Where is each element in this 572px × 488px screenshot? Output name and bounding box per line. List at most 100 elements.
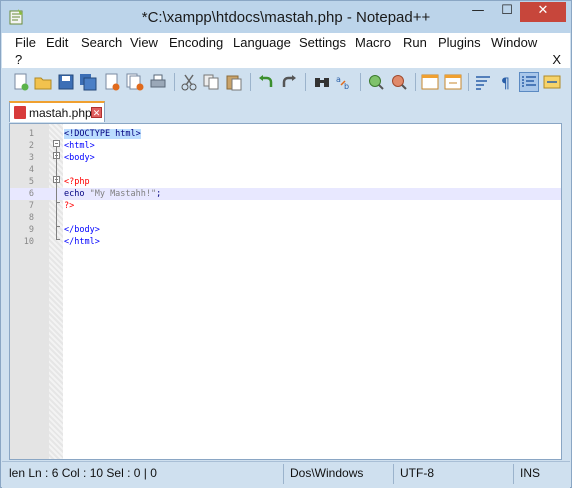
line-content: <?php [64,176,90,188]
tab-bar: mastah.php ✕ [2,97,570,122]
line-content: <body> [64,152,95,164]
line-number: 2 [28,141,34,151]
code-line[interactable]: 2 <html> [10,140,561,152]
menu-view[interactable]: View [130,35,158,50]
tab-close-icon[interactable]: ✕ [91,107,102,118]
code-token: </body> [64,225,100,235]
code-token: <!DOCTYPE html> [64,129,141,139]
code-line[interactable]: 9 </body> [10,224,561,236]
status-separator [513,464,514,484]
code-token: <html> [64,141,95,151]
code-line[interactable]: 5 <?php [10,176,561,188]
menu-window[interactable]: Window [491,35,537,50]
close-document-button[interactable]: X [552,52,561,67]
cut-icon[interactable] [180,73,198,91]
status-separator [393,464,394,484]
code-line[interactable]: 1 <!DOCTYPE html> [10,128,561,140]
sync-horizontal-icon[interactable] [444,73,462,91]
encoding-status[interactable]: UTF-8 [400,466,434,480]
code-line[interactable]: 7 ?> [10,200,561,212]
title-bar[interactable]: *C:\xampp\htdocs\mastah.php - Notepad++ … [1,1,571,33]
zoom-out-icon[interactable] [390,73,408,91]
svg-text:b: b [344,82,349,91]
line-number: 4 [28,165,34,175]
redo-icon[interactable] [280,73,298,91]
copy-icon[interactable] [202,73,220,91]
line-number: 7 [28,201,34,211]
close-all-icon[interactable] [126,73,144,91]
menu-search[interactable]: Search [81,35,122,50]
line-number: 1 [28,129,34,139]
save-all-icon[interactable] [79,73,97,91]
code-token: ?> [64,201,75,211]
tab-mastah-php[interactable]: mastah.php ✕ [9,101,105,122]
save-icon[interactable] [57,73,75,91]
code-line[interactable]: 10 </html> [10,236,561,248]
toolbar-separator [250,73,251,91]
menu-file[interactable]: File [15,35,36,50]
menu-bar: File Edit Search View Encoding Language … [2,33,570,68]
menu-encoding[interactable]: Encoding [169,35,223,50]
fold-toggle-icon[interactable] [53,140,60,147]
replace-icon[interactable]: ab [335,73,353,91]
user-lang-icon[interactable] [543,73,561,91]
code-line[interactable]: 3 <body> [10,152,561,164]
paste-icon[interactable] [225,73,243,91]
eol-format[interactable]: Dos\Windows [290,466,363,480]
status-separator [283,464,284,484]
minimize-button[interactable]: — [465,2,491,22]
toolbar-separator [468,73,469,91]
code-line[interactable]: 4 [10,164,561,176]
menu-plugins[interactable]: Plugins [438,35,481,50]
sync-vertical-icon[interactable] [421,73,439,91]
code-editor[interactable]: 1 <!DOCTYPE html> 2 <html> 3 <body> 4 5 <?php 6 ec… [9,123,562,460]
maximize-button[interactable]: ☐ [494,2,520,22]
line-number: 5 [28,177,34,187]
show-all-chars-icon[interactable]: ¶ [497,73,515,91]
toolbar: ab ¶ [2,68,570,97]
indent-guide-icon[interactable] [519,72,539,92]
menu-edit[interactable]: Edit [46,35,68,50]
code-line[interactable]: 8 [10,212,561,224]
menu-macro[interactable]: Macro [355,35,391,50]
code-token: "My Mastahh!" [89,189,157,199]
menu-language[interactable]: Language [233,35,291,50]
svg-text:¶: ¶ [501,76,510,91]
toolbar-separator [305,73,306,91]
code-token: <?php [64,177,90,187]
line-number: 3 [28,153,34,163]
notepadpp-window: *C:\xampp\htdocs\mastah.php - Notepad++ … [0,0,572,488]
line-content: </html> [64,236,100,248]
line-number: 9 [28,225,34,235]
menu-run[interactable]: Run [403,35,427,50]
fold-end-marker [56,239,60,240]
open-file-icon[interactable] [34,73,52,91]
undo-icon[interactable] [257,73,275,91]
code-token: </html> [64,237,100,247]
code-line[interactable]: 6 echo "My Mastahh!"; [10,188,561,200]
zoom-in-icon[interactable] [367,73,385,91]
status-bar: len Ln : 6 Col : 10 Sel : 0 | 0 Dos\Wind… [2,461,570,488]
cursor-position: len Ln : 6 Col : 10 Sel : 0 | 0 [9,466,157,480]
line-content: </body> [64,224,100,236]
line-content: ?> [64,200,74,212]
menu-settings[interactable]: Settings [299,35,346,50]
find-icon[interactable] [313,73,331,91]
fold-end-marker [56,202,60,203]
toolbar-separator [415,73,416,91]
line-content: <html> [64,140,95,152]
unsaved-file-icon [14,106,26,119]
close-window-button[interactable]: ✕ [520,2,566,22]
word-wrap-icon[interactable] [474,73,492,91]
fold-end-marker [56,226,60,227]
menu-help[interactable]: ? [15,52,22,67]
print-icon[interactable] [149,73,167,91]
insert-mode[interactable]: INS [520,466,540,480]
line-number: 10 [23,237,34,247]
line-content: echo "My Mastahh!"; [64,188,161,200]
toolbar-separator [360,73,361,91]
svg-text:a: a [336,75,341,84]
line-number: 6 [28,189,34,199]
new-file-icon[interactable] [12,73,30,91]
close-icon[interactable] [103,73,121,91]
